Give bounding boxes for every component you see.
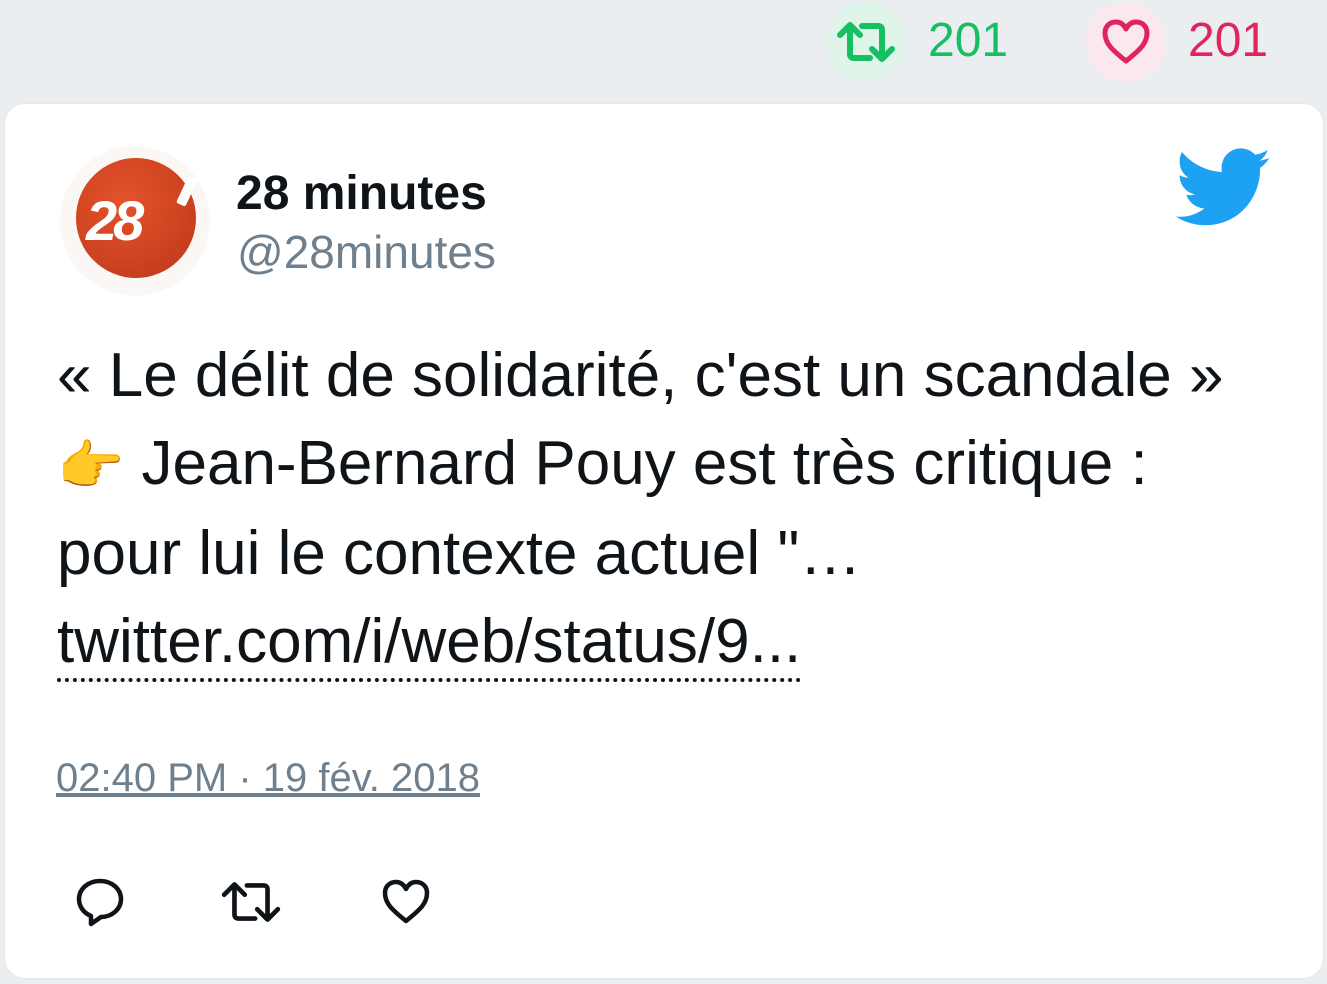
tweet-text: « Le délit de solidarité, c'est un scand… bbox=[57, 332, 1277, 686]
like-count: 201 bbox=[1188, 14, 1269, 67]
avatar-logo-text: 28 bbox=[86, 189, 144, 252]
retweet-button[interactable] bbox=[219, 870, 283, 934]
like-stat-button[interactable] bbox=[1086, 2, 1166, 82]
pointing-hand-emoji: 👉 bbox=[57, 436, 125, 496]
twitter-bird-icon[interactable] bbox=[1175, 148, 1273, 228]
heart-icon bbox=[382, 879, 430, 924]
tweet-link[interactable]: twitter.com/i/web/status/9... bbox=[57, 606, 802, 682]
retweet-stat-button[interactable] bbox=[826, 2, 906, 82]
tweet-text-part1: « Le délit de solidarité, c'est un scand… bbox=[57, 341, 1224, 410]
tweet-timestamp[interactable]: 02:40 PM · 19 fév. 2018 bbox=[56, 754, 480, 802]
tweet-card: 28 28 minutes @28minutes « Le délit de s… bbox=[5, 104, 1323, 978]
reply-icon bbox=[76, 878, 124, 927]
reply-button[interactable] bbox=[68, 870, 132, 934]
retweet-count: 201 bbox=[928, 14, 1009, 67]
like-button[interactable] bbox=[374, 870, 438, 934]
author-display-name[interactable]: 28 minutes bbox=[236, 167, 487, 221]
engagement-stats: 201 201 bbox=[0, 0, 1327, 100]
retweet-icon bbox=[837, 22, 895, 62]
avatar-logo: 28 bbox=[76, 158, 196, 278]
heart-icon bbox=[1102, 19, 1150, 64]
tweet-text-part2: Jean-Bernard Pouy est très critique : po… bbox=[57, 429, 1148, 588]
avatar[interactable]: 28 bbox=[60, 146, 210, 296]
retweet-icon bbox=[221, 882, 281, 922]
author-handle[interactable]: @28minutes bbox=[237, 226, 496, 278]
